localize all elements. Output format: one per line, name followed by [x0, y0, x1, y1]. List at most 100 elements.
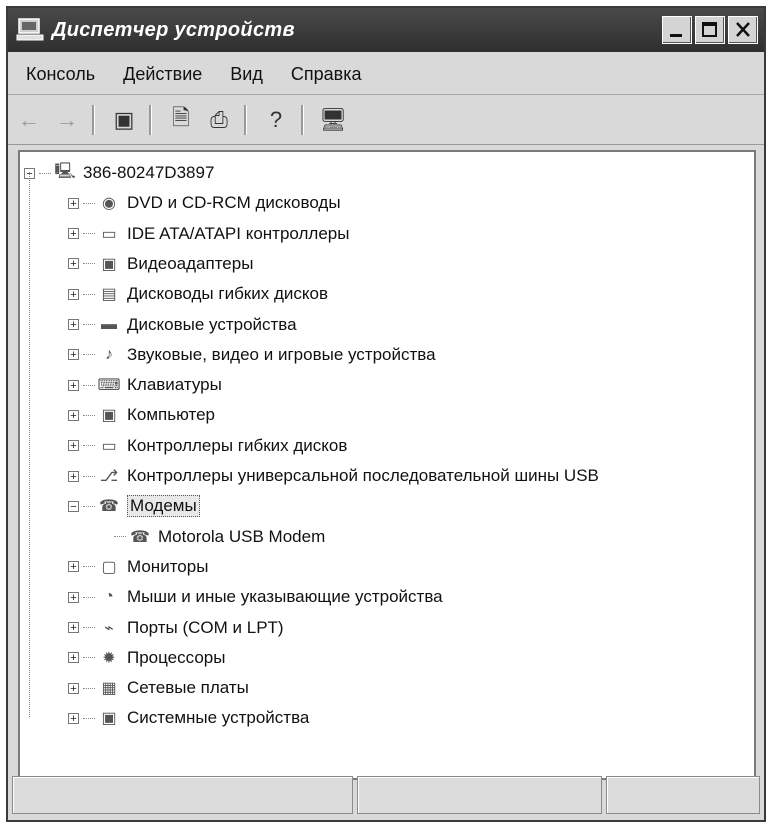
- expand-icon[interactable]: +: [68, 561, 79, 573]
- print-button[interactable]: ⎙: [202, 103, 236, 137]
- tree-node-item-13[interactable]: + ⌁ Порты (COM и LPT): [68, 613, 284, 643]
- tree-node-item-16[interactable]: + ▣ Системные устройства: [68, 703, 309, 733]
- expand-icon[interactable]: +: [68, 409, 79, 421]
- forward-arrow-button[interactable]: →: [50, 103, 84, 137]
- tree-node-item-9[interactable]: + ⎇ Контроллеры универсальной последовател…: [68, 461, 599, 491]
- tree-node-label: Видеоадаптеры: [127, 253, 254, 273]
- ide-controller-icon: ▭: [101, 225, 117, 243]
- tree-node-label: Контроллеры гибких дисков: [127, 435, 348, 455]
- network-adapter-icon: ▦: [101, 680, 117, 698]
- tree-node-label: 386-80247D3897: [83, 163, 215, 182]
- tree-node-item-7[interactable]: + ▣ Компьютер: [68, 400, 215, 430]
- tree-connector: [83, 263, 95, 265]
- tree-connector: [83, 293, 95, 295]
- tree-connector: [83, 657, 95, 659]
- tree-node-label: Motorola USB Modem: [158, 526, 326, 546]
- tree-node-label: IDE ATA/ATAPI контроллеры: [127, 223, 350, 243]
- expand-icon[interactable]: +: [68, 258, 79, 270]
- back-arrow-button[interactable]: ←: [12, 103, 46, 137]
- menu-item-2[interactable]: Вид: [230, 64, 263, 85]
- show-hide-tree-button[interactable]: ▣: [107, 103, 141, 137]
- tree-node-label: Системные устройства: [127, 708, 310, 728]
- tree-node-item-3[interactable]: + ▤ Дисководы гибких дисков: [68, 279, 328, 309]
- tree-node-item-10-child-0[interactable]: ☎ Motorola USB Modem: [114, 522, 325, 552]
- maximize-button[interactable]: [695, 16, 725, 44]
- tree-node-item-12[interactable]: + ◔ Мыши и иные указывающие устройства: [68, 582, 443, 612]
- menu-item-0[interactable]: Консоль: [26, 64, 95, 85]
- tree-node-item-1[interactable]: + ▭ IDE ATA/ATAPI контроллеры: [68, 219, 349, 249]
- tree-connector: [114, 536, 126, 538]
- tree-node-label: Мониторы: [127, 556, 209, 576]
- system-device-icon: ▣: [101, 710, 117, 728]
- tree-node-item-15[interactable]: + ▦ Сетевые платы: [68, 673, 249, 703]
- tree-node-item-10[interactable]: − ☎ Модемы: [68, 491, 200, 521]
- minimize-button[interactable]: [662, 16, 692, 44]
- tree-connector: [39, 172, 51, 174]
- expand-icon[interactable]: +: [68, 652, 79, 664]
- tree-node-item-2[interactable]: + ▣ Видеоадаптеры: [68, 249, 253, 279]
- floppy-controller-icon: ▭: [101, 437, 117, 455]
- expand-icon[interactable]: +: [68, 712, 79, 724]
- tree-node-item-4[interactable]: + ▬ Дисковые устройства: [68, 310, 297, 340]
- tree-node-label: Сетевые платы: [127, 678, 249, 698]
- toolbar-separator: [244, 105, 247, 135]
- expand-icon[interactable]: +: [68, 440, 79, 452]
- device-manager-window: Диспетчер устройств Консоль Действие Вид Сп…: [6, 6, 766, 822]
- tree-node-root[interactable]: − 🖳 386-80247D3897: [24, 158, 214, 188]
- toolbar-separator: [301, 105, 304, 135]
- tree-node-item-14[interactable]: + ✹ Процессоры: [68, 643, 225, 673]
- expand-icon[interactable]: +: [68, 319, 79, 331]
- expand-icon[interactable]: +: [68, 349, 79, 361]
- modem-device-icon: ☎: [130, 528, 150, 546]
- device-manager-icon: [16, 17, 46, 43]
- usb-icon: ⎇: [99, 468, 119, 485]
- tree-node-label: Порты (COM и LPT): [127, 617, 284, 637]
- properties-icon: 🗎: [172, 105, 190, 130]
- minimize-icon: [670, 34, 682, 37]
- tree-node-label: Контроллеры универсальной последовательн…: [127, 466, 599, 485]
- computer-icon: ▣: [101, 407, 117, 425]
- tree-node-item-5[interactable]: + ♪ Звуковые, видео и игровые устройства: [68, 340, 436, 370]
- collapse-icon[interactable]: −: [68, 500, 79, 512]
- help-button[interactable]: ?: [259, 103, 293, 137]
- properties-button[interactable]: 🗎: [164, 103, 198, 137]
- tree-node-label: Дисковые устройства: [127, 314, 297, 334]
- expand-icon[interactable]: +: [68, 288, 79, 300]
- display-adapter-icon: ▣: [101, 255, 117, 273]
- print-icon: ⎙: [210, 107, 228, 132]
- tree-node-item-0[interactable]: + ◉ DVD и CD-RCM дисководы: [68, 188, 341, 218]
- back-arrow-icon: ←: [18, 107, 40, 132]
- menu-item-3[interactable]: Справка: [291, 64, 362, 85]
- dvd-drive-icon: ◉: [102, 195, 116, 213]
- maximize-icon: [702, 22, 717, 37]
- mouse-icon: ◔: [104, 588, 114, 606]
- sound-icon: ♪: [105, 345, 113, 363]
- tree-node-label: Звуковые, видео и игровые устройства: [127, 344, 436, 364]
- scan-hardware-button[interactable]: 🖥: [316, 103, 350, 137]
- tree-connector: [83, 687, 95, 689]
- tree-node-item-8[interactable]: + ▭ Контроллеры гибких дисков: [68, 431, 347, 461]
- tree-node-item-6[interactable]: + ⌨ Клавиатуры: [68, 370, 222, 400]
- tree-connector: [83, 354, 95, 356]
- expand-icon[interactable]: +: [68, 228, 79, 240]
- expand-icon[interactable]: +: [68, 682, 79, 694]
- tree-connector: [83, 505, 95, 507]
- device-tree[interactable]: − 🖳 386-80247D3897 + ◉ DVD и CD-RCM дисководы…: [18, 150, 756, 780]
- expand-icon[interactable]: +: [68, 470, 79, 482]
- tree-connector: [83, 566, 95, 568]
- tree-node-label: Процессоры: [127, 647, 226, 667]
- expand-icon[interactable]: +: [68, 591, 79, 603]
- tree-node-item-11[interactable]: + ▢ Мониторы: [68, 552, 208, 582]
- tree-guide-line: [29, 172, 30, 718]
- menu-item-1[interactable]: Действие: [123, 64, 202, 85]
- keyboard-icon: ⌨: [97, 377, 121, 395]
- expand-icon[interactable]: +: [68, 197, 79, 209]
- expand-icon[interactable]: +: [68, 622, 79, 634]
- expand-icon[interactable]: +: [68, 379, 79, 391]
- title-bar[interactable]: Диспетчер устройств: [8, 8, 764, 52]
- tree-node-label: Дисководы гибких дисков: [127, 284, 328, 304]
- tree-connector: [83, 445, 95, 447]
- monitor-icon: ▢: [101, 558, 117, 576]
- tree-connector: [83, 414, 95, 416]
- close-button[interactable]: [728, 16, 758, 44]
